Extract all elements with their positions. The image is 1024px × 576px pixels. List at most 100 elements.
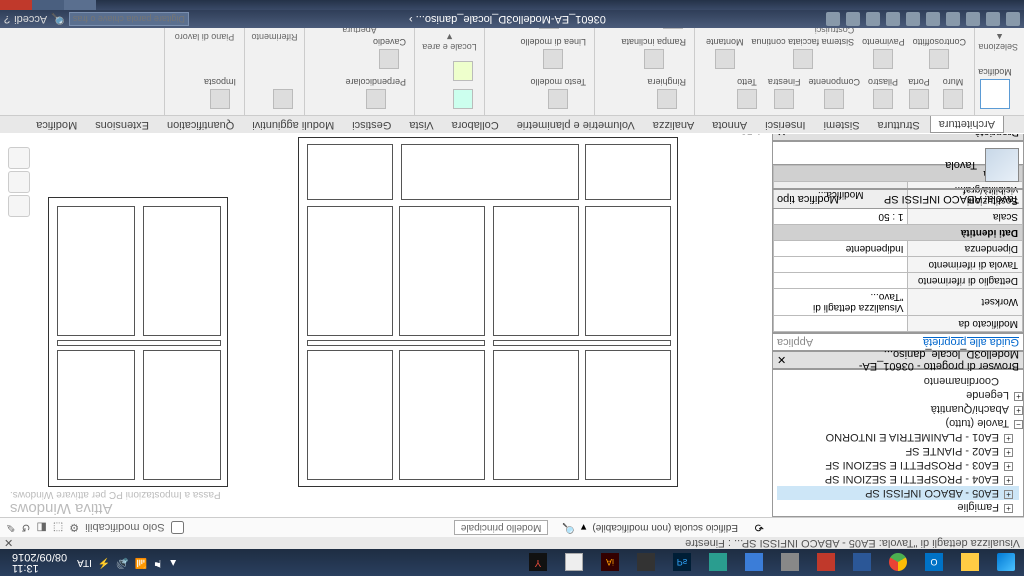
prop-value[interactable]	[774, 273, 908, 289]
type-name[interactable]: Tavola: ABACO INFISSI SP	[884, 193, 1019, 205]
ribbon-tab[interactable]: Modifica	[28, 116, 85, 133]
search-icon[interactable]: 🔍	[51, 13, 65, 26]
view-cube-controls[interactable]	[8, 147, 30, 217]
app-red-icon[interactable]	[808, 549, 844, 576]
window-button[interactable]: Finestra	[766, 75, 803, 111]
area-button[interactable]	[448, 59, 478, 83]
qat-icon[interactable]	[1006, 12, 1020, 26]
modify-button[interactable]: Modifica	[972, 65, 1018, 111]
tool-icon[interactable]: ↺	[21, 521, 30, 534]
guide-link[interactable]: Guida alle proprietà	[923, 336, 1019, 348]
volume-icon[interactable]: 🔊	[116, 557, 128, 568]
help-icon[interactable]: ?	[4, 13, 10, 25]
ribbon-tab[interactable]: Struttura	[870, 116, 928, 133]
prop-value[interactable]	[774, 316, 908, 332]
railing-button[interactable]: Ringhiera	[645, 75, 688, 111]
tray-icon[interactable]: ▲	[168, 557, 178, 568]
save-icon[interactable]	[986, 12, 1000, 26]
browser-node[interactable]: +EA01 - PLANIMETRIA E INTORNO	[777, 430, 1019, 444]
app-black-icon[interactable]: Y	[520, 549, 556, 576]
prop-value[interactable]: Indipendente	[774, 241, 908, 257]
network-icon[interactable]: 📶	[135, 557, 147, 568]
wall-button[interactable]: Muro	[938, 75, 968, 111]
tool-icon[interactable]: ✎	[6, 521, 15, 534]
maximize-button[interactable]	[32, 0, 64, 10]
print-icon[interactable]	[926, 12, 940, 26]
illustrator-icon[interactable]: Ai	[592, 549, 628, 576]
filter-icon[interactable]: 🔍	[556, 522, 580, 533]
ref-button[interactable]	[268, 87, 298, 111]
qat-icon[interactable]	[846, 12, 860, 26]
ceiling-button[interactable]: Controsoffitto	[911, 35, 968, 71]
model-text-button[interactable]: Testo modello	[528, 75, 588, 111]
nav-back-icon[interactable]: ⟲	[755, 521, 764, 534]
search-input[interactable]	[69, 12, 189, 26]
taskbar-clock[interactable]: 13:11 08/09/2016	[8, 552, 71, 574]
compass-icon[interactable]	[8, 171, 30, 193]
prop-value[interactable]	[774, 257, 908, 273]
app-gray-icon[interactable]	[772, 549, 808, 576]
power-icon[interactable]: ⚡	[98, 557, 110, 568]
close-button[interactable]	[0, 0, 32, 10]
apply-button[interactable]: Applica	[777, 336, 813, 348]
app-teal-icon[interactable]	[700, 549, 736, 576]
floor-button[interactable]: Pavimento	[860, 35, 907, 71]
dropdown-arrow-icon[interactable]: ▾	[581, 521, 587, 534]
browser-node[interactable]: +EA02 - PIANTE SF	[777, 444, 1019, 458]
tool-icon[interactable]: ⬚	[53, 521, 63, 534]
explorer-icon[interactable]	[952, 549, 988, 576]
ribbon-tab[interactable]: Vista	[401, 116, 441, 133]
perp-button[interactable]: Perpendicolare	[343, 75, 408, 111]
lang-indicator[interactable]: ITA	[77, 557, 92, 568]
browser-node[interactable]: +Abachi/Quantità	[777, 402, 1019, 416]
revit-icon[interactable]	[844, 549, 880, 576]
ribbon-tab[interactable]: Volumetrie e planimetrie	[509, 116, 643, 133]
prop-value[interactable]: Visualizza dettagli di "Tavo...	[774, 289, 908, 316]
ribbon-tab[interactable]: Gestisci	[344, 116, 399, 133]
door-button[interactable]: Porta	[904, 75, 934, 111]
ribbon-tab[interactable]: Annota	[704, 116, 755, 133]
roof-button[interactable]: Tetto	[732, 75, 762, 111]
prop-value[interactable]: 1 : 50	[774, 209, 908, 225]
browser-node[interactable]: +EA05 - ABACO INFISSI SP	[777, 486, 1019, 500]
app-dark-icon[interactable]	[628, 549, 664, 576]
undo-icon[interactable]	[966, 12, 980, 26]
shaft-button[interactable]: Cavedio	[371, 35, 408, 71]
sign-in-link[interactable]: Accedi	[14, 13, 47, 25]
column-button[interactable]: Pilastro	[866, 75, 900, 111]
browser-node[interactable]: +EA04 - PROSPETTI E SEZIONI SP	[777, 472, 1019, 486]
app-blue-icon[interactable]	[736, 549, 772, 576]
model-line-button[interactable]: Linea di modello	[518, 35, 588, 71]
ribbon-tab[interactable]: Inserisci	[757, 116, 813, 133]
ribbon-tab[interactable]: Collabora	[444, 116, 507, 133]
tool-icon[interactable]: ⚙	[69, 521, 79, 534]
ribbon-tab[interactable]: Analizza	[645, 116, 703, 133]
browser-node[interactable]: +Famiglie	[777, 500, 1019, 514]
photoshop-icon[interactable]: Ps	[664, 549, 700, 576]
drawing-canvas[interactable]: Attiva Windows Passa a Impostazioni PC p…	[0, 120, 768, 517]
browser-node[interactable]: Coordinamento	[777, 374, 1019, 388]
mullion-button[interactable]: Montante	[704, 35, 746, 71]
curtain-button[interactable]: Sistema facciata continua	[750, 35, 857, 71]
qat-icon[interactable]	[886, 12, 900, 26]
edit-type-button[interactable]: Modifica tipo	[777, 193, 839, 205]
app-white-icon[interactable]	[556, 549, 592, 576]
component-button[interactable]: Componente	[806, 75, 862, 111]
qat-icon[interactable]	[906, 12, 920, 26]
room-button[interactable]	[448, 87, 478, 111]
breadcrumb-link[interactable]: Edificio scuola (non modificabile)	[586, 522, 744, 533]
redo-icon[interactable]	[946, 12, 960, 26]
ramp-button[interactable]: Rampa inclinata	[619, 35, 688, 71]
ribbon-tab[interactable]: Quantification	[159, 116, 242, 133]
set-button[interactable]: Imposta	[202, 75, 238, 111]
qat-icon[interactable]	[866, 12, 880, 26]
start-button[interactable]	[988, 549, 1024, 576]
flag-icon[interactable]: ⚑	[153, 557, 162, 568]
qat-icon[interactable]	[826, 12, 840, 26]
close-x-icon[interactable]: ✕	[4, 537, 13, 550]
ribbon-tab[interactable]: Sistemi	[816, 116, 868, 133]
ribbon-tab[interactable]: Moduli aggiuntivi	[244, 116, 342, 133]
model-dropdown[interactable]: Modello principale	[454, 520, 549, 535]
home-icon[interactable]	[8, 195, 30, 217]
browser-node[interactable]: +EA03 - PROSPETTI E SEZIONI SF	[777, 458, 1019, 472]
